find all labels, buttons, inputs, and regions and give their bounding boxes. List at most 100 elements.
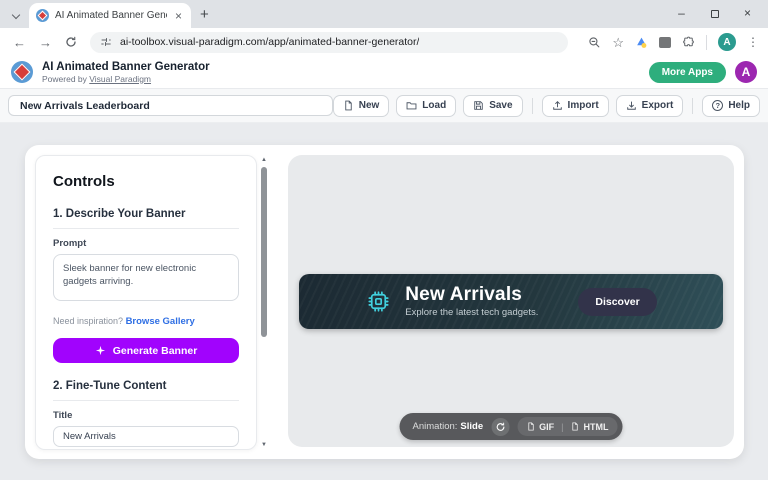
divider: [692, 98, 693, 114]
new-tab-button[interactable]: +: [200, 7, 209, 22]
app-title-block: AI Animated Banner Generator Powered by …: [42, 60, 210, 85]
address-bar[interactable]: ai-toolbox.visual-paradigm.com/app/anima…: [90, 32, 568, 53]
save-floppy-icon: [473, 100, 484, 111]
maximize-icon: [711, 10, 719, 18]
browser-tab[interactable]: AI Animated Banner Generator ×: [29, 3, 191, 28]
export-button[interactable]: Export: [616, 95, 684, 117]
new-button[interactable]: New: [333, 95, 390, 117]
scrollbar-thumb[interactable]: [261, 167, 267, 337]
gif-button-label: GIF: [539, 422, 554, 432]
project-toolbar: New Load Save Import Export ? He: [0, 89, 768, 123]
site-favicon-icon: [36, 9, 49, 22]
inspiration-row: Need inspiration? Browse Gallery: [53, 316, 239, 327]
section-fine-tune: 2. Fine-Tune Content: [53, 380, 239, 401]
controls-heading: Controls: [53, 173, 239, 190]
export-download-icon: [626, 100, 637, 111]
browser-profile-avatar[interactable]: A: [718, 33, 736, 51]
html-file-icon: [570, 422, 579, 431]
generate-banner-button[interactable]: Generate Banner: [53, 338, 239, 363]
scrollbar-up-icon[interactable]: ▲: [259, 157, 269, 163]
browse-gallery-link[interactable]: Browse Gallery: [126, 316, 195, 327]
download-gif-button[interactable]: GIF: [526, 422, 554, 432]
banner-title-input[interactable]: [53, 426, 239, 447]
window-close-button[interactable]: ×: [731, 6, 764, 20]
browser-tab-strip: AI Animated Banner Generator × + – ×: [0, 0, 768, 28]
forward-icon[interactable]: →: [39, 36, 52, 49]
divider: [706, 35, 707, 50]
load-button[interactable]: Load: [396, 95, 456, 117]
banner-preview-panel: New Arrivals Explore the latest tech gad…: [288, 155, 734, 447]
chip-icon: [365, 288, 392, 315]
controls-panel: Controls 1. Describe Your Banner Prompt …: [35, 155, 257, 450]
generated-banner: New Arrivals Explore the latest tech gad…: [299, 274, 723, 329]
animation-value: Slide: [460, 421, 483, 432]
screen: AI Animated Banner Generator × + – × ← →…: [0, 0, 768, 480]
download-html-button[interactable]: HTML: [570, 422, 608, 432]
save-button[interactable]: Save: [463, 95, 522, 117]
workspace-card: Controls 1. Describe Your Banner Prompt …: [25, 145, 744, 459]
save-button-label: Save: [489, 100, 512, 111]
powered-by-prefix: Powered by: [42, 74, 87, 84]
scrollbar-down-icon[interactable]: ▼: [259, 442, 269, 448]
banner-title: New Arrivals: [405, 284, 538, 306]
project-name-input[interactable]: [8, 95, 333, 116]
controls-scrollbar[interactable]: ▲ ▼: [259, 155, 269, 450]
refresh-icon: [495, 422, 505, 432]
tab-title: AI Animated Banner Generator: [55, 10, 167, 21]
window-minimize-button[interactable]: –: [665, 6, 698, 20]
main-area: Controls 1. Describe Your Banner Prompt …: [0, 123, 768, 480]
replay-animation-button[interactable]: [491, 418, 509, 436]
app-title: AI Animated Banner Generator: [42, 60, 210, 74]
tab-search-chevron-icon[interactable]: [9, 11, 23, 21]
prompt-label: Prompt: [53, 238, 239, 249]
visual-paradigm-logo-icon: [11, 61, 33, 83]
export-buttons-group: GIF | HTML: [517, 417, 617, 436]
folder-icon: [406, 100, 417, 111]
inspiration-text: Need inspiration?: [53, 316, 123, 326]
zoom-out-icon[interactable]: [588, 36, 601, 49]
extension-drive-icon[interactable]: [635, 36, 648, 49]
url-text: ai-toolbox.visual-paradigm.com/app/anima…: [120, 36, 419, 48]
browser-actions: ☆ A ⋮: [588, 33, 759, 51]
section-describe-banner: 1. Describe Your Banner: [53, 208, 239, 229]
prompt-textarea[interactable]: Sleek banner for new electronic gadgets …: [53, 254, 239, 301]
toolbar-buttons: New Load Save Import Export ? He: [333, 95, 760, 117]
banner-subtitle: Explore the latest tech gadgets.: [405, 308, 538, 319]
export-button-label: Export: [642, 100, 674, 111]
browser-menu-kebab-icon[interactable]: ⋮: [747, 35, 759, 49]
import-upload-icon: [552, 100, 563, 111]
animation-status: Animation:Slide: [413, 421, 484, 432]
help-button-label: Help: [728, 100, 750, 111]
reload-icon[interactable]: [65, 36, 77, 48]
title-label: Title: [53, 410, 239, 421]
divider: [532, 98, 533, 114]
powered-by: Powered by Visual Paradigm: [42, 74, 210, 85]
extensions-puzzle-icon[interactable]: [682, 36, 695, 49]
import-button-label: Import: [568, 100, 599, 111]
browser-toolbar: ← → ai-toolbox.visual-paradigm.com/app/a…: [0, 28, 768, 56]
new-file-icon: [343, 100, 354, 111]
divider: |: [561, 422, 563, 432]
window-maximize-button[interactable]: [698, 6, 731, 20]
preview-footer-controls: Animation:Slide GIF | HTML: [400, 413, 623, 440]
banner-cta-button[interactable]: Discover: [578, 288, 656, 316]
tab-close-icon[interactable]: ×: [173, 10, 184, 22]
visual-paradigm-link[interactable]: Visual Paradigm: [89, 74, 151, 84]
gif-file-icon: [526, 422, 535, 431]
banner-text-block: New Arrivals Explore the latest tech gad…: [405, 284, 538, 319]
more-apps-button[interactable]: More Apps: [649, 62, 726, 83]
generate-banner-label: Generate Banner: [113, 345, 198, 357]
bookmark-star-icon[interactable]: ☆: [612, 36, 624, 49]
html-button-label: HTML: [583, 422, 608, 432]
help-button[interactable]: ? Help: [702, 95, 760, 117]
help-question-icon: ?: [712, 100, 723, 111]
site-settings-tune-icon[interactable]: [100, 36, 112, 48]
sparkle-icon: [95, 345, 106, 356]
import-button[interactable]: Import: [542, 95, 609, 117]
window-controls: – ×: [665, 0, 764, 26]
load-button-label: Load: [422, 100, 446, 111]
app-user-avatar[interactable]: A: [735, 61, 757, 83]
back-icon[interactable]: ←: [13, 36, 26, 49]
extension-generic-icon[interactable]: [659, 37, 671, 48]
chevron-down-icon: [12, 10, 20, 18]
